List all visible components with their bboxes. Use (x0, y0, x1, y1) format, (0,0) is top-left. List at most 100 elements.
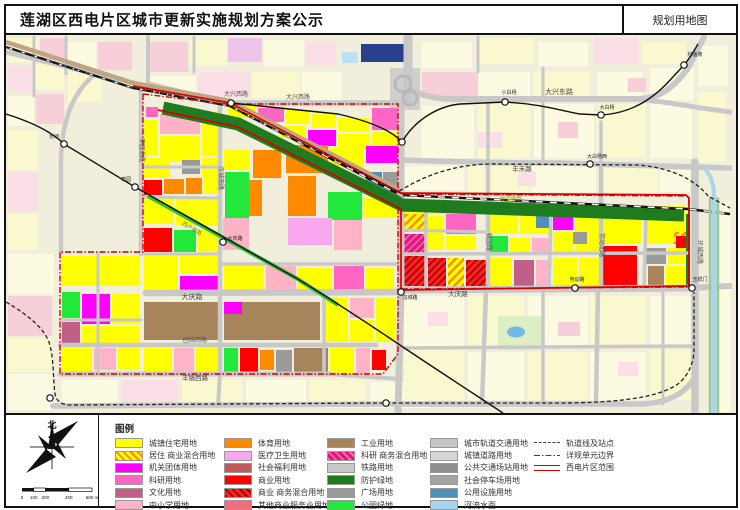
legend-item: 科研 商务混合用地 (327, 449, 427, 461)
landuse-parcel (253, 150, 281, 178)
legend-swatch (327, 438, 355, 449)
landuse-parcel (466, 260, 486, 287)
landuse-parcel (62, 256, 98, 286)
legend-swatch (115, 487, 143, 498)
landuse-parcel (361, 44, 406, 62)
landuse-parcel (260, 350, 274, 370)
legend-label: 其他商业服务业用地 (258, 500, 330, 510)
page-title: 莲湖区西电片区城市更新实施规划方案公示 (20, 12, 325, 29)
landuse-parcel (312, 114, 336, 128)
map-label: 玉祥门 (692, 276, 707, 283)
station-marker[interactable] (586, 160, 594, 168)
station-marker[interactable] (219, 238, 227, 246)
map-label: 劳动路 (569, 276, 584, 283)
landuse-parcel (224, 348, 238, 372)
scale-label: 200 (42, 495, 50, 500)
legend-swatch (327, 462, 355, 473)
landuse-parcel (642, 42, 686, 64)
legend-swatch (430, 462, 458, 473)
landuse-parcel (718, 202, 730, 412)
landuse-parcel (478, 132, 502, 148)
legend-item: 城市轨道交通用地 (430, 437, 528, 449)
station-marker[interactable] (597, 111, 605, 119)
landuse-parcel (366, 146, 400, 163)
legend-label: 西电片区范围 (566, 463, 614, 473)
legend-item: 防护绿地 (327, 474, 427, 486)
station-marker[interactable] (501, 98, 509, 106)
bottom-panel: 北 0 100 200 400 600 m 图例 城镇住宅用地 居住 商业混合用… (6, 413, 736, 510)
landuse-parcel (8, 338, 52, 372)
landuse-parcel (164, 179, 184, 194)
map-label: 红庙坡 (687, 51, 702, 58)
scale-label: 600 m (86, 495, 98, 500)
map-label: 陇海铁路 (500, 195, 523, 203)
map-label: 丰禾路 (512, 164, 532, 173)
legend-swatch (224, 450, 252, 461)
landuse-parcel (448, 258, 464, 287)
landuse-parcel (62, 380, 118, 406)
map-canvas[interactable]: 大兴西路 大兴西路大兴东路丰禾路大庆路 大庆路团结西路丰镐西路枣园北路汉城南路桃园路… (6, 35, 732, 413)
station-marker[interactable] (688, 284, 696, 292)
road (216, 372, 222, 408)
legend-swatch (327, 475, 355, 486)
legend-item: 文化用地 (115, 487, 215, 499)
legend-column: 城镇住宅用地 居住 商业混合用地 机关团体用地 科研用地 文化用地 中小学用地 (115, 437, 215, 510)
landuse-parcel (510, 238, 530, 252)
landuse-parcel (286, 110, 310, 124)
station-marker[interactable] (398, 138, 406, 146)
landuse-parcel (8, 130, 38, 170)
legend-label: 机关团体用地 (149, 463, 197, 473)
landuse-parcel (224, 150, 250, 170)
station-marker[interactable] (227, 99, 235, 107)
landuse-parcel (532, 166, 596, 192)
legend-column: 体育用地 医疗卫生用地 社会福利用地 商业用地 商业 商务混合用地 其他商业服务业用地 (224, 437, 330, 510)
legend-item: 城镇道路用地 (430, 449, 528, 461)
landuse-parcel (518, 172, 536, 186)
legend-item: 公共交通场站用地 (430, 462, 528, 474)
landuse-parcel (428, 312, 448, 326)
station-marker[interactable] (680, 61, 688, 69)
legend-swatch (430, 500, 458, 510)
landuse-parcel (478, 38, 534, 64)
legend-swatch (430, 438, 458, 449)
landuse-parcel (334, 266, 364, 290)
landuse-parcel (118, 348, 140, 370)
station-marker[interactable] (382, 399, 390, 407)
landuse-parcel (628, 78, 646, 92)
map-label: 大兴西路 (286, 93, 310, 101)
station-marker[interactable] (131, 183, 139, 191)
planning-poster: 莲湖区西电片区城市更新实施规划方案公示 规划用地图 大兴西路 大兴西路 大兴东路… (0, 0, 740, 510)
legend-label: 铁路用地 (361, 463, 393, 473)
landuse-parcel (428, 216, 444, 250)
station-marker[interactable] (46, 394, 54, 402)
legend-swatch (224, 462, 252, 473)
landuse-parcel (330, 348, 354, 374)
landuse-parcel (98, 42, 132, 70)
landuse-parcel (224, 302, 242, 314)
landuse-parcel (100, 256, 140, 286)
landuse-parcel (558, 122, 578, 138)
scale-label: 100 (30, 495, 38, 500)
legend-label: 商业用地 (258, 475, 290, 485)
scale-label: 400 (65, 495, 73, 500)
landuse-parcel (666, 266, 688, 287)
scale-bar: 0 100 200 400 600 m (21, 487, 98, 500)
map-label: 丰镐西路 (182, 373, 209, 382)
legend-item: 其他商业服务业用地 (224, 499, 330, 510)
legend-label: 医疗卫生用地 (258, 451, 306, 461)
legend-item: 铁路用地 (327, 462, 427, 474)
legend-swatch (115, 462, 143, 473)
road (547, 212, 553, 290)
legend-label: 详规单元边界 (566, 451, 614, 461)
landuse-parcel (144, 180, 162, 195)
map-label: 汉城路 (402, 294, 417, 301)
landuse-parcel (490, 258, 512, 287)
landuse-parcel (328, 192, 362, 220)
landuse-parcel (428, 258, 446, 287)
pond (507, 326, 525, 338)
landuse-parcel (342, 52, 358, 63)
legend-item: 社会停车场用地 (430, 474, 528, 486)
station-marker[interactable] (571, 284, 579, 292)
landuse-parcel (225, 172, 249, 218)
station-marker[interactable] (60, 140, 68, 148)
